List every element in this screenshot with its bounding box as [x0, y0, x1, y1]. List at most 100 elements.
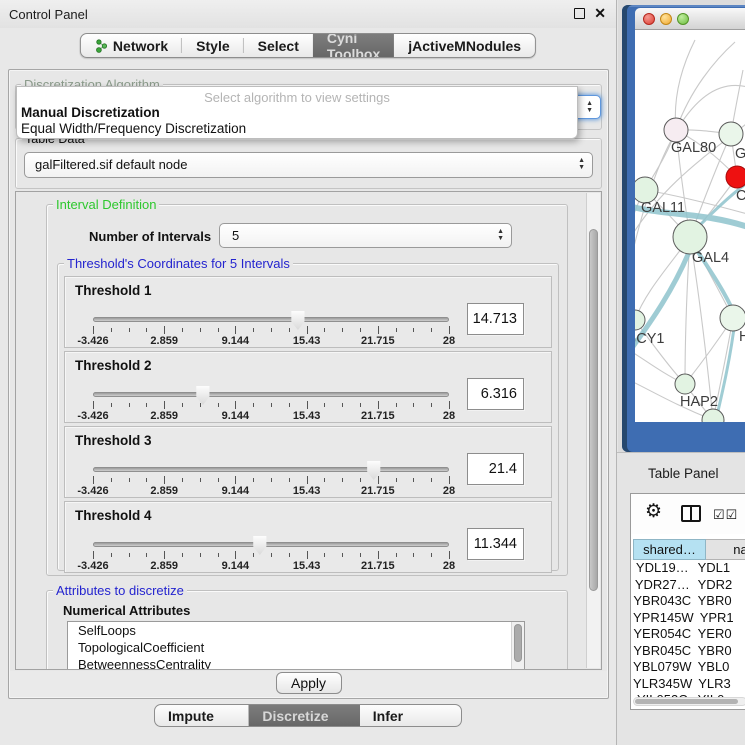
- threshold-3-panel: Threshold 3 -3.4262.8599.14415.4321.7152…: [64, 426, 552, 498]
- table-horizontal-scrollbar[interactable]: [633, 697, 745, 706]
- table-header-row: shared… na: [633, 539, 745, 560]
- network-node[interactable]: [635, 310, 645, 330]
- slider-track[interactable]: [93, 392, 449, 397]
- tick-mark: [431, 553, 432, 557]
- attribute-list-item[interactable]: BetweennessCentrality: [68, 656, 524, 670]
- combo-arrows-icon: ▲▼: [586, 100, 593, 114]
- tab-style[interactable]: Style: [182, 34, 243, 57]
- tick-mark: [378, 551, 379, 559]
- numerical-attributes-list[interactable]: SelfLoopsTopologicalCoefficientBetweenne…: [67, 621, 525, 670]
- tick-mark: [342, 328, 343, 332]
- scrollbar-thumb[interactable]: [589, 229, 598, 591]
- settings-scrollbar[interactable]: [586, 193, 600, 668]
- tab-cyni-toolbox[interactable]: Cyni Toolbox: [313, 34, 394, 57]
- slider-track[interactable]: [93, 542, 449, 547]
- threshold-value-field[interactable]: 6.316: [467, 378, 524, 410]
- network-canvas[interactable]: GAL80GACGAL11GAL4GCY1HHAP2: [635, 30, 745, 422]
- scrollbar-thumb[interactable]: [514, 624, 522, 662]
- tick-mark: [396, 403, 397, 407]
- close-icon[interactable]: ✕: [594, 5, 606, 22]
- apply-button[interactable]: Apply: [276, 672, 342, 694]
- table-row[interactable]: YBR045CYBR0: [633, 643, 745, 660]
- table-row[interactable]: YDR27…YDR2: [633, 577, 745, 594]
- tick-mark: [449, 326, 450, 334]
- dropdown-item-manual-discretization[interactable]: Manual Discretization: [17, 104, 577, 120]
- tab-select[interactable]: Select: [244, 34, 313, 57]
- tab-infer-network[interactable]: Infer Network: [360, 705, 461, 726]
- application-root: Control Panel ✕ Network Style Select Cyn…: [0, 0, 745, 745]
- tab-discretize-data[interactable]: Discretize Data: [249, 705, 359, 726]
- tick-mark: [111, 553, 112, 557]
- tick-mark: [235, 551, 236, 559]
- tick-mark: [307, 476, 308, 484]
- tick-mark: [413, 478, 414, 482]
- network-node[interactable]: [675, 374, 695, 394]
- slider-track[interactable]: [93, 317, 449, 322]
- network-view-window[interactable]: GAL80GACGAL11GAL4GCY1HHAP2: [622, 5, 745, 452]
- scale-label: -3.426: [77, 410, 108, 422]
- tick-mark: [307, 551, 308, 559]
- scale-label: 9.144: [222, 335, 250, 347]
- cell-name: YDR2: [692, 577, 745, 594]
- attribute-list-item[interactable]: TopologicalCoefficient: [68, 639, 524, 656]
- cyni-toolbox-panel: Discretization Algorithm ▲▼ Select algor…: [8, 69, 609, 699]
- network-node[interactable]: [720, 305, 745, 331]
- column-header-shared-name[interactable]: shared…: [633, 539, 706, 560]
- tick-mark: [324, 478, 325, 482]
- table-row[interactable]: YBR043CYBR0: [633, 593, 745, 610]
- tab-label: Style: [196, 38, 229, 54]
- tick-mark: [182, 478, 183, 482]
- table-row[interactable]: YDL19…YDL1: [633, 560, 745, 577]
- split-view-icon[interactable]: [681, 505, 701, 522]
- interval-definition-group: Interval Definition Number of Intervals …: [46, 204, 568, 576]
- tab-jactivemnodules[interactable]: jActiveMNodules: [394, 34, 535, 57]
- table-row[interactable]: YBL079WYBL0: [633, 659, 745, 676]
- tick-mark: [253, 478, 254, 482]
- slider-track[interactable]: [93, 467, 449, 472]
- network-node[interactable]: [673, 220, 707, 254]
- table-row[interactable]: YLR345WYLR3: [633, 676, 745, 693]
- settings-gear-icon[interactable]: ⚙: [645, 500, 662, 523]
- show-columns-icon[interactable]: ☑☑: [713, 507, 738, 523]
- tick-mark: [378, 326, 379, 334]
- table-row[interactable]: YPR145WYPR1: [633, 610, 745, 627]
- threshold-2-slider[interactable]: -3.4262.8599.14415.4321.71528: [93, 384, 449, 422]
- list-scrollbar[interactable]: [511, 622, 524, 670]
- close-traffic-light-icon[interactable]: [643, 13, 655, 25]
- node-label: GAL11: [641, 200, 685, 216]
- float-window-icon[interactable]: [574, 8, 585, 19]
- network-node[interactable]: [726, 166, 745, 188]
- thresholds-group: Threshold's Coordinates for 5 Intervals …: [57, 263, 559, 571]
- threshold-value-field[interactable]: 21.4: [467, 453, 524, 485]
- attribute-list-item[interactable]: SelfLoops: [68, 622, 524, 639]
- tab-network[interactable]: Network: [81, 34, 182, 57]
- threshold-value-field[interactable]: 14.713: [467, 303, 524, 335]
- cell-shared-name: YER054C: [633, 626, 692, 643]
- table-data-combobox[interactable]: galFiltered.sif default node ▲▼: [24, 152, 593, 178]
- network-node[interactable]: [664, 118, 688, 142]
- threshold-3-slider[interactable]: -3.4262.8599.14415.4321.71528: [93, 459, 449, 497]
- tick-mark: [271, 478, 272, 482]
- threshold-1-slider[interactable]: -3.4262.8599.14415.4321.71528: [93, 309, 449, 347]
- threshold-4-slider[interactable]: -3.4262.8599.14415.4321.71528: [93, 534, 449, 572]
- table-panel-title: Table Panel: [648, 466, 719, 481]
- number-of-intervals-spinner[interactable]: 5 ▲▼: [219, 223, 512, 248]
- cell-shared-name: YBR043C: [633, 593, 692, 610]
- slider-scale: -3.4262.8599.14415.4321.71528: [93, 485, 449, 497]
- zoom-traffic-light-icon[interactable]: [677, 13, 689, 25]
- column-header-name[interactable]: na: [706, 539, 745, 560]
- minimize-traffic-light-icon[interactable]: [660, 13, 672, 25]
- table-row[interactable]: YER054CYER0: [633, 626, 745, 643]
- scrollbar-thumb[interactable]: [635, 699, 738, 704]
- tick-mark: [235, 326, 236, 334]
- number-of-intervals-value: 5: [232, 228, 239, 243]
- tick-mark: [342, 403, 343, 407]
- network-node[interactable]: [719, 122, 743, 146]
- scale-label: 2.859: [150, 410, 178, 422]
- tab-impute-data[interactable]: Impute Data: [155, 705, 249, 726]
- node-label: C: [736, 188, 745, 204]
- cell-name: YER0: [692, 626, 745, 643]
- threshold-value-field[interactable]: 11.344: [467, 528, 524, 560]
- dropdown-item-equal-width[interactable]: Equal Width/Frequency Discretization: [17, 120, 577, 136]
- algorithm-dropdown-popup: Select algorithm to view settings Manual…: [16, 86, 578, 139]
